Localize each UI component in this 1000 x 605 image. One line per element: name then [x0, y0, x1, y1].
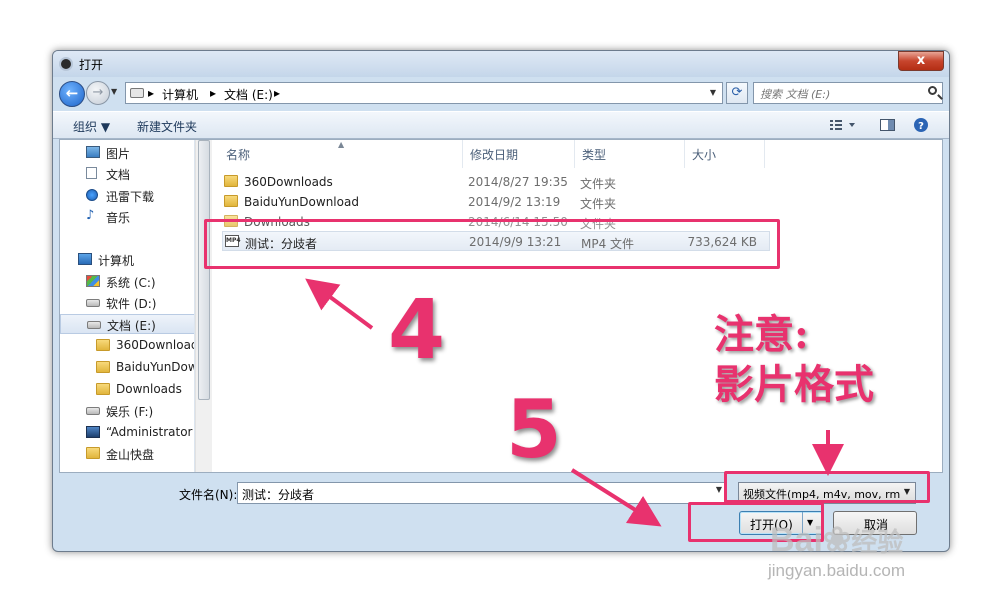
note-line-1: 注意:	[713, 311, 810, 359]
arrow-to-open-button-icon	[570, 468, 662, 527]
watermark-url: jingyan.baidu.com	[768, 561, 906, 580]
note-line-2: 影片格式	[713, 361, 875, 409]
paw-icon: ❀	[822, 521, 852, 559]
annotation-arrows	[305, 278, 844, 527]
step-number-4: 4	[386, 283, 446, 378]
arrow-to-file-icon	[305, 278, 374, 330]
baidu-logo-watermark: Bai❀经验	[770, 521, 904, 559]
step-number-5: 5	[505, 383, 564, 476]
